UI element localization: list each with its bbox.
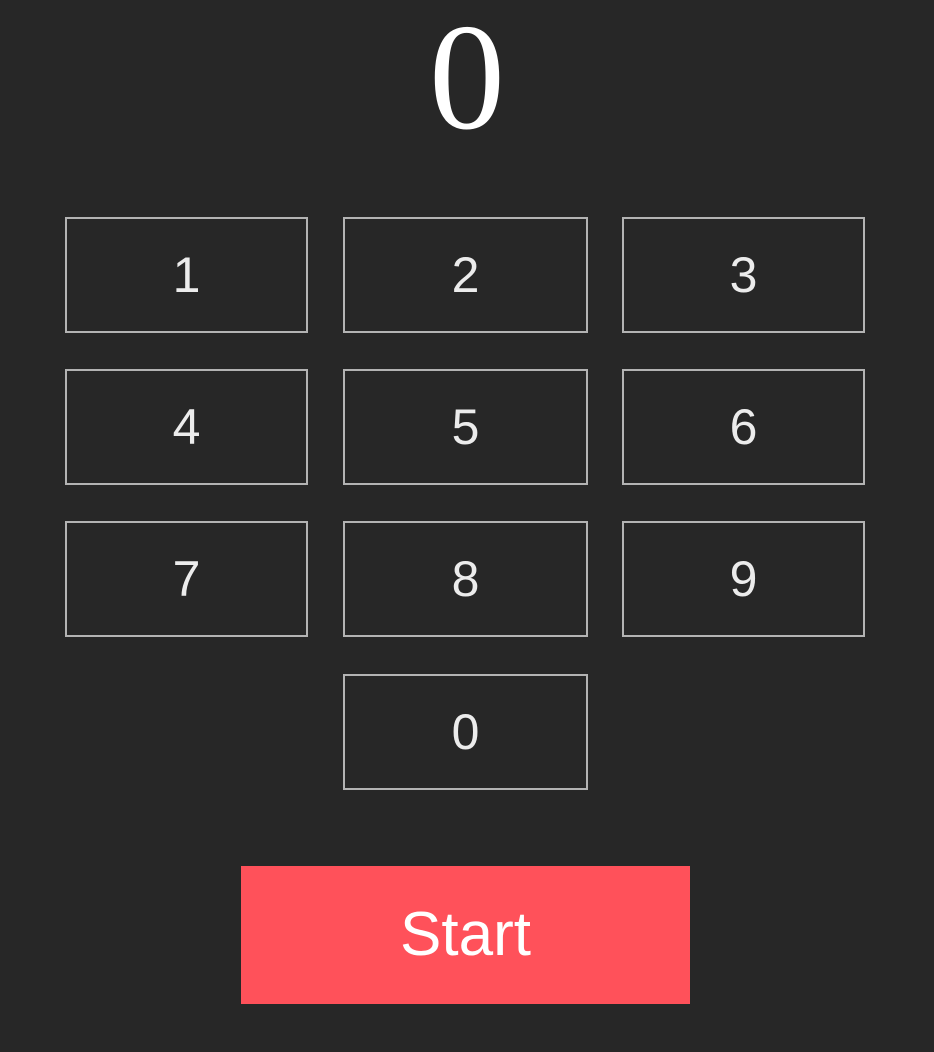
key-8[interactable]: 8 — [343, 521, 588, 637]
start-button[interactable]: Start — [241, 866, 690, 1004]
key-2[interactable]: 2 — [343, 217, 588, 333]
key-1[interactable]: 1 — [65, 217, 308, 333]
key-3[interactable]: 3 — [622, 217, 865, 333]
key-6[interactable]: 6 — [622, 369, 865, 485]
number-display: 0 — [429, 0, 505, 161]
key-0[interactable]: 0 — [343, 674, 588, 790]
key-5[interactable]: 5 — [343, 369, 588, 485]
key-9[interactable]: 9 — [622, 521, 865, 637]
key-4[interactable]: 4 — [65, 369, 308, 485]
key-7[interactable]: 7 — [65, 521, 308, 637]
